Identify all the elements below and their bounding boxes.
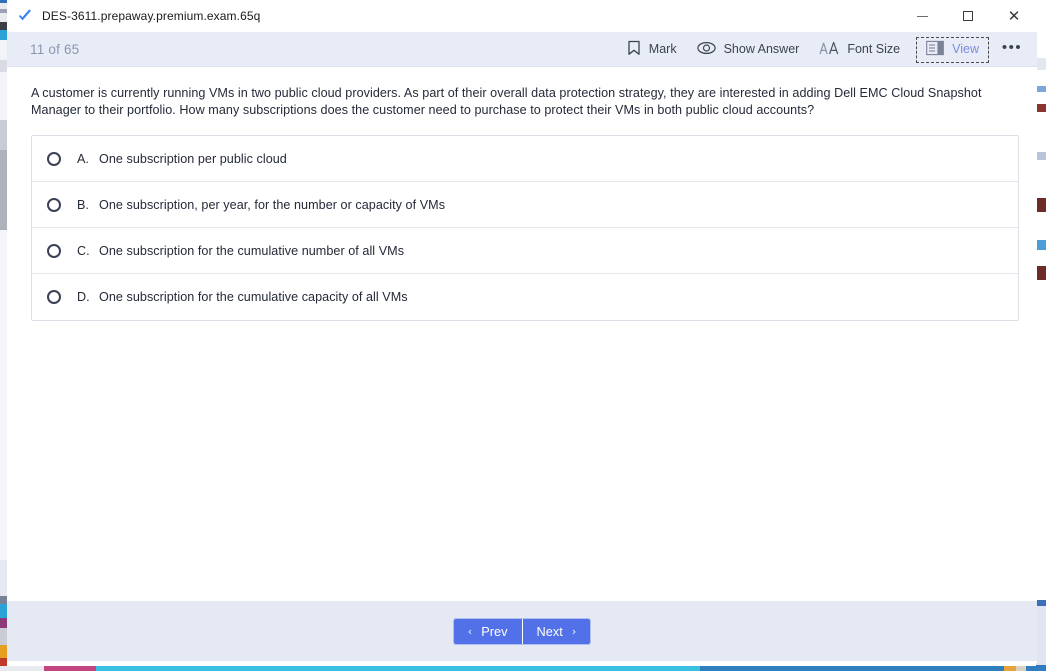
- chevron-right-icon: ›: [571, 624, 577, 638]
- radio-icon[interactable]: [47, 151, 61, 166]
- radio-icon[interactable]: [47, 243, 61, 258]
- font-size-button[interactable]: Font Size: [809, 37, 910, 63]
- background-window-left-edge: [0, 0, 7, 671]
- title-bar-left: DES-3611.prepaway.premium.exam.65q: [7, 8, 260, 24]
- view-label: View: [952, 42, 979, 57]
- option-letter: B.: [77, 197, 89, 212]
- mark-label: Mark: [648, 42, 677, 57]
- exam-window: DES-3611.prepaway.premium.exam.65q ✕ 11 …: [7, 0, 1037, 663]
- close-icon: ✕: [1007, 6, 1021, 25]
- toolbar-actions: Mark Show Answer Font Size View •••: [617, 32, 1029, 67]
- window-controls: ✕: [899, 0, 1037, 32]
- option-text: One subscription for the cumulative numb…: [99, 243, 405, 258]
- bookmark-icon: [627, 40, 641, 59]
- show-answer-label: Show Answer: [723, 42, 800, 57]
- next-label: Next: [536, 623, 563, 639]
- font-size-label: Font Size: [847, 42, 901, 57]
- question-content: A customer is currently running VMs in t…: [7, 67, 1037, 601]
- prev-label: Prev: [481, 623, 508, 639]
- more-options-button[interactable]: •••: [995, 37, 1029, 63]
- window-title: DES-3611.prepaway.premium.exam.65q: [42, 8, 261, 23]
- answer-option-c[interactable]: C. One subscription for the cumulative n…: [32, 228, 1018, 275]
- answer-option-d[interactable]: D. One subscription for the cumulative c…: [32, 274, 1018, 320]
- title-bar: DES-3611.prepaway.premium.exam.65q ✕: [7, 0, 1037, 32]
- font-size-aa-icon: [819, 41, 839, 59]
- question-progress-label: 11 of 65: [30, 41, 80, 57]
- chevron-left-icon: ‹: [467, 624, 473, 638]
- option-letter: D.: [77, 290, 90, 305]
- minimize-button[interactable]: [899, 0, 945, 32]
- answer-option-a[interactable]: A. One subscription per public cloud: [32, 136, 1018, 183]
- option-text: One subscription per public cloud: [99, 151, 287, 166]
- question-text: A customer is currently running VMs in t…: [31, 86, 982, 117]
- answer-options-list: A. One subscription per public cloud B. …: [31, 135, 1019, 322]
- background-window-right-edge: [1036, 0, 1046, 671]
- mark-button[interactable]: Mark: [617, 37, 687, 63]
- background-window-bottom-bar: [0, 666, 1046, 671]
- eye-icon: [696, 41, 716, 58]
- navigation-footer: ‹ Prev Next ›: [7, 601, 1037, 661]
- radio-icon[interactable]: [47, 290, 61, 305]
- minimize-icon: [916, 15, 928, 17]
- show-answer-button[interactable]: Show Answer: [687, 37, 810, 63]
- close-button[interactable]: ✕: [991, 0, 1037, 32]
- exam-toolbar: 11 of 65 Mark Show Answer Font Size View…: [7, 32, 1037, 67]
- next-button[interactable]: Next ›: [522, 618, 591, 644]
- option-text: One subscription, per year, for the numb…: [99, 197, 446, 212]
- option-letter: C.: [77, 243, 90, 258]
- option-text: One subscription for the cumulative capa…: [99, 290, 408, 305]
- option-letter: A.: [77, 151, 89, 166]
- layout-view-icon: [926, 40, 944, 59]
- navigation-button-group: ‹ Prev Next ›: [453, 618, 591, 644]
- answer-option-b[interactable]: B. One subscription, per year, for the n…: [32, 182, 1018, 229]
- view-button[interactable]: View: [916, 36, 989, 63]
- radio-icon[interactable]: [47, 197, 61, 212]
- screen: DES-3611.prepaway.premium.exam.65q ✕ 11 …: [0, 0, 1046, 671]
- app-checkmark-icon: [17, 8, 33, 24]
- prev-button[interactable]: ‹ Prev: [453, 618, 523, 644]
- background-window-bottom-accent: [1004, 666, 1026, 671]
- maximize-icon: [963, 11, 973, 21]
- maximize-button[interactable]: [945, 0, 991, 32]
